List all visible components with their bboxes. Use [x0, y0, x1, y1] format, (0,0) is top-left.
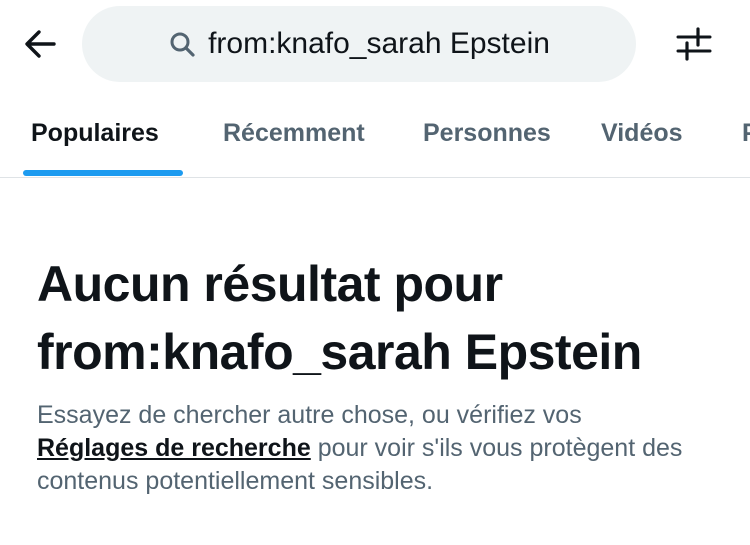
empty-state-title: Aucun résultat pour from:knafo_sarah Eps…: [37, 250, 737, 386]
search-tabs: Populaires Récemment Personnes Vidéos P: [0, 90, 750, 178]
back-button[interactable]: [18, 24, 62, 68]
tab-personnes[interactable]: Personnes: [423, 90, 551, 176]
tab-populaires[interactable]: Populaires: [31, 90, 159, 176]
search-icon: [168, 29, 198, 59]
active-tab-indicator: [23, 170, 183, 176]
tab-partial[interactable]: P: [742, 90, 750, 176]
description-text-before: Essayez de chercher autre chose, ou véri…: [37, 401, 582, 429]
empty-state-title-line1: Aucun résultat pour: [37, 256, 503, 312]
tab-recemment[interactable]: Récemment: [223, 90, 365, 176]
empty-state-title-line2: from:knafo_sarah Epstein: [37, 324, 642, 380]
tab-videos[interactable]: Vidéos: [601, 90, 683, 176]
sliders-icon: [674, 24, 714, 69]
arrow-left-icon: [22, 26, 58, 67]
search-filter-button[interactable]: [670, 22, 718, 70]
search-bar[interactable]: from:knafo_sarah Epstein: [82, 6, 636, 82]
search-query-text: from:knafo_sarah Epstein: [208, 27, 550, 60]
top-bar: from:knafo_sarah Epstein: [0, 0, 750, 90]
empty-state-description: Essayez de chercher autre chose, ou véri…: [37, 399, 737, 498]
search-settings-link[interactable]: Réglages de recherche: [37, 434, 311, 462]
